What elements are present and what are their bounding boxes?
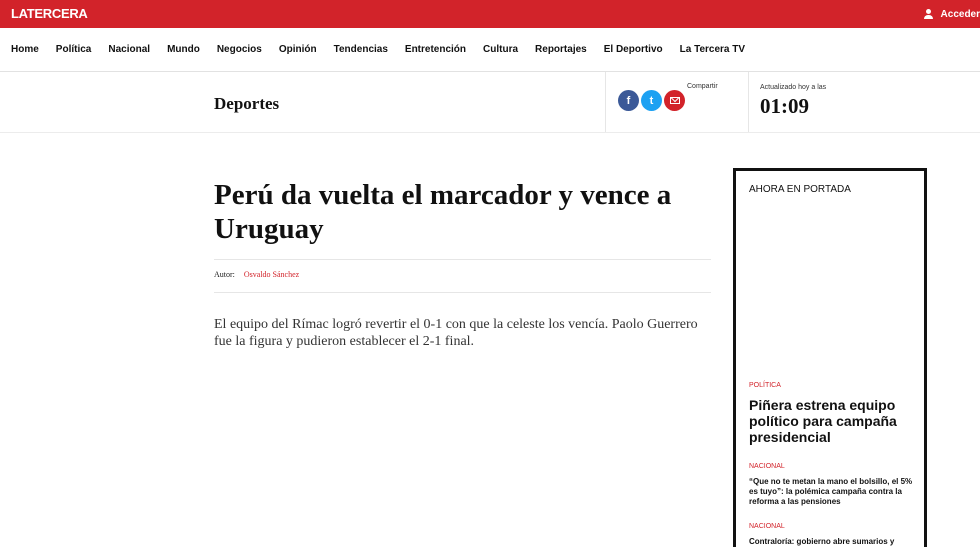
divider <box>214 292 711 293</box>
section-title[interactable]: Deportes <box>214 94 279 114</box>
top-bar: LATERCERA Acceder <box>0 0 980 28</box>
updated-label: Actualizado hoy a las <box>760 84 827 91</box>
news-link[interactable]: Piñera estrena equipo político para camp… <box>749 397 921 445</box>
news-category[interactable]: Nacional <box>749 463 785 470</box>
nav-item-politica[interactable]: Política <box>56 44 92 55</box>
twitter-icon: t <box>649 94 654 107</box>
nav-item-cultura[interactable]: Cultura <box>483 44 518 55</box>
author-link[interactable]: Osvaldo Sánchez <box>244 270 299 279</box>
share-label: Compartir <box>687 83 718 90</box>
twitter-share-button[interactable]: t <box>641 90 662 111</box>
nav-item-tendencias[interactable]: Tendencias <box>334 44 388 55</box>
divider <box>605 72 606 132</box>
nav-item-el-deportivo[interactable]: El Deportivo <box>604 44 663 55</box>
news-category[interactable]: Nacional <box>749 523 785 530</box>
login-button[interactable]: Acceder <box>923 0 980 28</box>
nav-item-reportajes[interactable]: Reportajes <box>535 44 587 55</box>
news-link[interactable]: “Que no te metan la mano el bolsillo, el… <box>749 477 921 507</box>
email-share-button[interactable] <box>664 90 685 111</box>
portada-box: AHORA EN PORTADA Política Piñera estrena… <box>733 168 927 547</box>
site-logo[interactable]: LATERCERA <box>11 6 88 21</box>
nav-item-la-tercera-tv[interactable]: La Tercera TV <box>680 44 745 55</box>
divider <box>748 72 749 132</box>
user-icon <box>923 9 934 19</box>
main-nav: Home Política Nacional Mundo Negocios Op… <box>0 28 980 72</box>
mail-icon <box>669 97 680 104</box>
divider <box>214 259 711 260</box>
author-label: Autor: <box>214 270 235 279</box>
article-headline: Perú da vuelta el marcador y vence a Uru… <box>214 179 672 245</box>
article-lead: El equipo del Rímac logró revertir el 0-… <box>214 317 698 349</box>
nav-item-opinion[interactable]: Opinión <box>279 44 317 55</box>
section-bar: Deportes Compartir f t Actualizado hoy a… <box>0 72 980 133</box>
portada-title: AHORA EN PORTADA <box>749 184 851 195</box>
facebook-icon: f <box>626 94 631 107</box>
nav-item-mundo[interactable]: Mundo <box>167 44 200 55</box>
author-row: Autor: Osvaldo Sánchez <box>214 270 299 279</box>
updated-time: 01:09 <box>760 94 809 118</box>
nav-item-home[interactable]: Home <box>11 44 39 55</box>
news-link[interactable]: Contraloría: gobierno abre sumarios y <box>749 537 921 547</box>
facebook-share-button[interactable]: f <box>618 90 639 111</box>
nav-item-entretencion[interactable]: Entretención <box>405 44 466 55</box>
nav-item-negocios[interactable]: Negocios <box>217 44 262 55</box>
login-label: Acceder <box>940 8 980 20</box>
news-category[interactable]: Política <box>749 382 781 389</box>
nav-item-nacional[interactable]: Nacional <box>108 44 150 55</box>
